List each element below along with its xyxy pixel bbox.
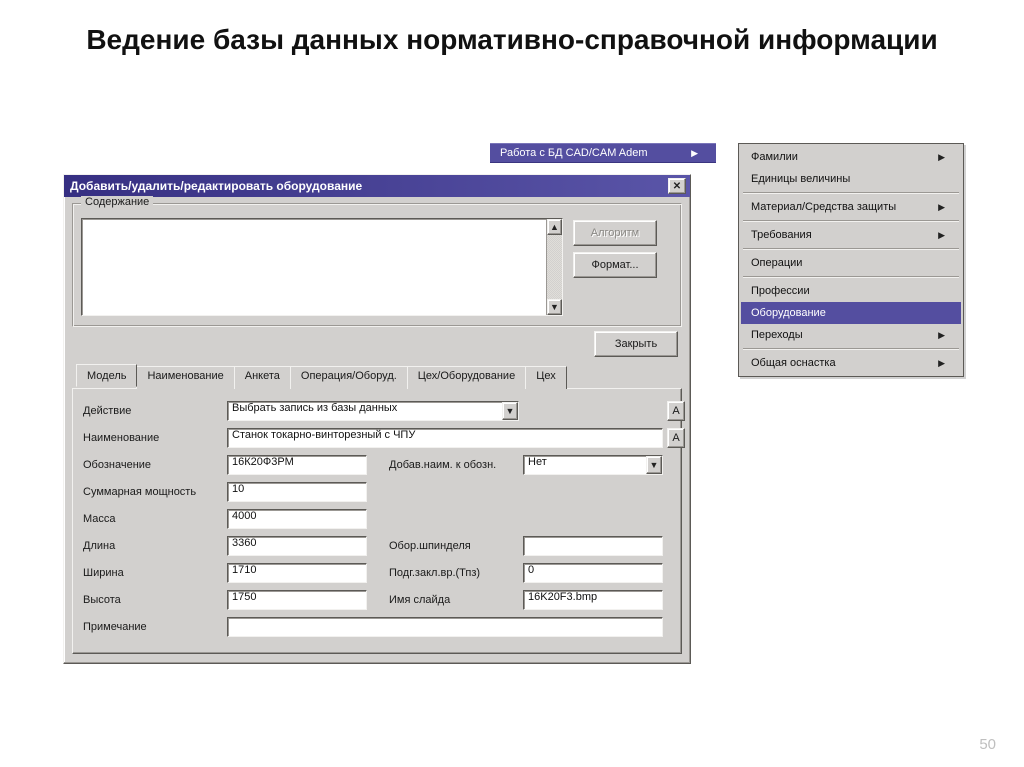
designation-field[interactable]: 16К20Ф3РМ bbox=[227, 455, 367, 475]
label-name: Наименование bbox=[83, 432, 223, 444]
slide-name-field[interactable]: 16K20F3.bmp bbox=[523, 590, 663, 610]
menu-separator bbox=[743, 348, 959, 350]
tab-operation-equip[interactable]: Операция/Оборуд. bbox=[290, 366, 408, 389]
tab-model[interactable]: Модель bbox=[76, 364, 137, 387]
menu-separator bbox=[743, 220, 959, 222]
label-action: Действие bbox=[83, 405, 223, 417]
label-mass: Масса bbox=[83, 513, 223, 525]
scroll-down-icon[interactable]: ▼ bbox=[547, 299, 562, 315]
action-combo[interactable]: Выбрать запись из базы данных ▼ bbox=[227, 401, 519, 421]
tab-profile[interactable]: Анкета bbox=[234, 366, 291, 389]
algorithm-button[interactable]: Алгоритм bbox=[573, 220, 657, 246]
equipment-dialog: Добавить/удалить/редактировать оборудова… bbox=[63, 174, 691, 664]
scrollbar[interactable]: ▲ ▼ bbox=[546, 219, 562, 315]
menu-item-transitions[interactable]: Переходы ▶ bbox=[741, 324, 961, 346]
menu-root[interactable]: Работа с БД CAD/CAM Adem ▶ bbox=[490, 143, 716, 163]
name-field[interactable]: Станок токарно-винторезный с ЧПУ bbox=[227, 428, 663, 448]
scroll-track[interactable] bbox=[547, 235, 562, 299]
tab-page-model: Действие Выбрать запись из базы данных ▼… bbox=[72, 388, 682, 654]
menu-item-equipment[interactable]: Оборудование bbox=[741, 302, 961, 324]
page-number: 50 bbox=[979, 736, 996, 753]
length-field[interactable]: 3360 bbox=[227, 536, 367, 556]
chevron-right-icon: ▶ bbox=[938, 152, 945, 163]
chevron-down-icon[interactable]: ▼ bbox=[646, 456, 662, 474]
format-button[interactable]: Формат... bbox=[573, 252, 657, 278]
chevron-right-icon: ▶ bbox=[691, 148, 698, 159]
chevron-right-icon: ▶ bbox=[938, 358, 945, 369]
action-a-button[interactable]: А bbox=[667, 401, 685, 421]
label-slide: Имя слайда bbox=[389, 594, 519, 606]
submenu: Фамилии ▶ Единицы величины Материал/Сред… bbox=[738, 143, 964, 377]
label-note: Примечание bbox=[83, 621, 223, 633]
titlebar[interactable]: Добавить/удалить/редактировать оборудова… bbox=[64, 175, 690, 197]
power-field[interactable]: 10 bbox=[227, 482, 367, 502]
height-field[interactable]: 1750 bbox=[227, 590, 367, 610]
menu-item-material[interactable]: Материал/Средства защиты ▶ bbox=[741, 196, 961, 218]
menu-item-surnames[interactable]: Фамилии ▶ bbox=[741, 146, 961, 168]
scroll-up-icon[interactable]: ▲ bbox=[547, 219, 562, 235]
note-field[interactable] bbox=[227, 617, 663, 637]
menu-separator bbox=[743, 276, 959, 278]
chevron-right-icon: ▶ bbox=[938, 230, 945, 241]
label-power: Суммарная мощность bbox=[83, 486, 223, 498]
menu-item-units[interactable]: Единицы величины bbox=[741, 168, 961, 190]
dialog-title: Добавить/удалить/редактировать оборудова… bbox=[70, 179, 362, 193]
label-spindle: Обор.шпинделя bbox=[389, 540, 519, 552]
menu-separator bbox=[743, 192, 959, 194]
label-length: Длина bbox=[83, 540, 223, 552]
spindle-field[interactable] bbox=[523, 536, 663, 556]
tpz-field[interactable]: 0 bbox=[523, 563, 663, 583]
content-groupbox: Содержание ▲ ▼ Алгоритм Формат... bbox=[72, 203, 682, 327]
menu-item-tooling[interactable]: Общая оснастка ▶ bbox=[741, 352, 961, 374]
label-addname: Добав.наим. к обозн. bbox=[389, 459, 519, 471]
menu-separator bbox=[743, 248, 959, 250]
label-designation: Обозначение bbox=[83, 459, 223, 471]
groupbox-label: Содержание bbox=[81, 196, 153, 208]
name-a-button[interactable]: А bbox=[667, 428, 685, 448]
tabstrip: Модель Наименование Анкета Операция/Обор… bbox=[76, 365, 682, 388]
content-textarea[interactable]: ▲ ▼ bbox=[81, 218, 563, 316]
label-width: Ширина bbox=[83, 567, 223, 579]
tab-name[interactable]: Наименование bbox=[136, 366, 234, 389]
slide-title: Ведение базы данных нормативно-справочно… bbox=[0, 0, 1024, 74]
tab-shop-equip[interactable]: Цех/Оборудование bbox=[407, 366, 526, 389]
chevron-right-icon: ▶ bbox=[938, 330, 945, 341]
chevron-right-icon: ▶ bbox=[938, 202, 945, 213]
menu-root-label: Работа с БД CAD/CAM Adem bbox=[500, 147, 648, 159]
label-tpz: Подг.закл.вр.(Тпз) bbox=[389, 567, 519, 579]
chevron-down-icon[interactable]: ▼ bbox=[502, 402, 518, 420]
width-field[interactable]: 1710 bbox=[227, 563, 367, 583]
label-height: Высота bbox=[83, 594, 223, 606]
addname-combo[interactable]: Нет ▼ bbox=[523, 455, 663, 475]
menu-item-requirements[interactable]: Требования ▶ bbox=[741, 224, 961, 246]
mass-field[interactable]: 4000 bbox=[227, 509, 367, 529]
menu-item-operations[interactable]: Операции bbox=[741, 252, 961, 274]
close-button[interactable]: ✕ bbox=[668, 178, 686, 194]
menu-item-professions[interactable]: Профессии bbox=[741, 280, 961, 302]
tab-shop[interactable]: Цех bbox=[525, 366, 567, 389]
close-dialog-button[interactable]: Закрыть bbox=[594, 331, 678, 357]
